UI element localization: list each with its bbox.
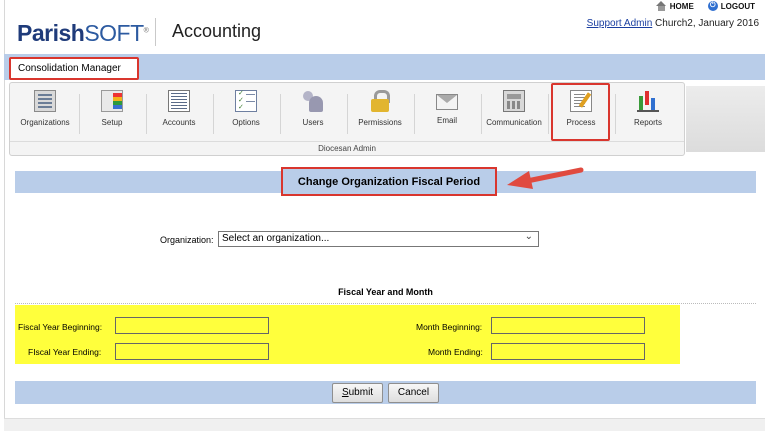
month-beginning-label: Month Beginning: (416, 322, 483, 332)
home-icon (655, 1, 667, 11)
bar-chart-icon (637, 90, 659, 112)
users-icon (302, 90, 324, 112)
setup-icon (101, 90, 123, 112)
toolbar-email-button[interactable]: Email (414, 90, 480, 138)
toolbar-communication-button[interactable]: Communication (481, 90, 547, 138)
section-divider (15, 303, 756, 304)
organization-label: Organization: (160, 235, 214, 245)
toolbar-reports-button[interactable]: Reports (615, 90, 681, 138)
toolbar-accounts-button[interactable]: Accounts (146, 90, 212, 138)
user-context: Support Admin Church2, January 2016 (586, 18, 759, 29)
organizations-icon (34, 90, 56, 112)
support-admin-link[interactable]: Support Admin (587, 18, 653, 29)
header-divider (155, 18, 156, 46)
page-title: Change Organization Fiscal Period (281, 167, 497, 196)
parishsoft-logo: ParishSOFT® (17, 20, 149, 46)
organization-select-value: Select an organization... (222, 233, 330, 244)
fiscal-year-beginning-field[interactable] (115, 317, 269, 334)
accounts-icon (168, 90, 190, 112)
logout-link[interactable]: ⏻ LOGOUT (707, 1, 755, 11)
submit-button[interactable]: Submit (332, 383, 383, 403)
fiscal-year-beginning-label: Fiscal Year Beginning: (18, 322, 103, 332)
process-highlight-box (551, 83, 610, 141)
home-link[interactable]: HOME (655, 1, 694, 11)
month-beginning-field[interactable] (491, 317, 645, 334)
tab-consolidation-manager[interactable]: Consolidation Manager (9, 57, 139, 80)
lock-icon (369, 90, 391, 112)
power-icon: ⏻ (707, 1, 718, 11)
toolbar-permissions-button[interactable]: Permissions (347, 90, 413, 138)
fiscal-year-ending-label: FIscal Year Ending: (28, 347, 102, 357)
page-footer-edge (4, 418, 765, 431)
app-title: Accounting (172, 21, 262, 41)
month-ending-label: Month Ending: (428, 347, 483, 357)
communication-icon (503, 90, 525, 112)
toolbar-options-button[interactable]: Options (213, 90, 279, 138)
toolbar-organizations-button[interactable]: Organizations (12, 90, 78, 138)
toolbar-users-button[interactable]: Users (280, 90, 346, 138)
envelope-icon (436, 94, 458, 110)
button-band (15, 381, 756, 404)
fiscal-year-ending-field[interactable] (115, 343, 269, 360)
options-icon (235, 90, 257, 112)
toolbar-setup-button[interactable]: Setup (79, 90, 145, 138)
organization-select[interactable]: Select an organization... ⌄ (218, 231, 539, 247)
toolbar-filler (686, 86, 765, 152)
chevron-down-icon: ⌄ (524, 231, 533, 242)
top-links: HOME ⏻ LOGOUT (655, 1, 755, 11)
cancel-button[interactable]: Cancel (388, 383, 439, 403)
section-title: Fiscal Year and Month (338, 287, 433, 297)
annotation-arrow-icon (507, 167, 584, 189)
toolbar-group-label: Diocesan Admin (10, 141, 684, 155)
month-ending-field[interactable] (491, 343, 645, 360)
